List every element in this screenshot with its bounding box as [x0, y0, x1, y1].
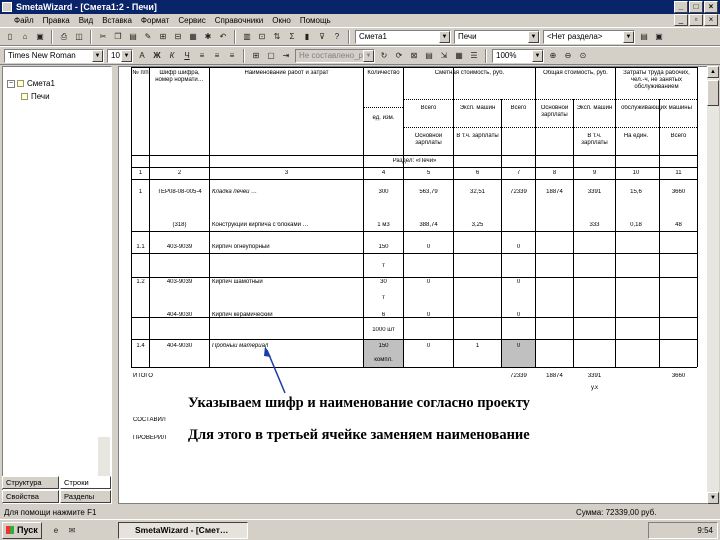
tab-structure[interactable]: Структура [2, 476, 59, 489]
ie-icon[interactable]: e [50, 525, 62, 537]
document-scrollbar[interactable]: ▲ ▼ [707, 66, 719, 504]
recalc-icon[interactable]: ⟳ [393, 50, 405, 62]
subsection-combo[interactable]: <Нет раздела> ▼ [543, 29, 635, 44]
cut-icon[interactable]: ✂ [97, 31, 109, 43]
status-sum: Сумма: 72339,00 руб. [576, 508, 657, 517]
menu-file[interactable]: Файл [14, 16, 34, 25]
lock-icon[interactable]: ⊠ [408, 50, 420, 62]
standard-toolbar: ▯ ⌂ ▣ ⎙ ◫ ✂ ❐ ▤ ✎ ⊞ ⊟ ▦ ✱ ↶ ▥ ⊡ ⇅ Σ ▮ ⊽ … [0, 27, 720, 46]
underline-icon[interactable]: Ч [181, 50, 193, 62]
pin-icon[interactable]: ▣ [653, 31, 665, 43]
wizard-icon[interactable]: ✱ [202, 31, 214, 43]
outlook-icon[interactable]: ✉ [66, 525, 78, 537]
list-icon[interactable]: ☰ [468, 50, 480, 62]
sort-icon[interactable]: ⇅ [271, 31, 283, 43]
format-painter-icon[interactable]: ✎ [142, 31, 154, 43]
status-help: Для помощи нажмите F1 [4, 508, 97, 517]
taskbar-app-smetawizard[interactable]: SmetaWizard - [Смет… [118, 522, 248, 539]
tab-rows[interactable]: Строки [60, 476, 111, 489]
fit-icon[interactable]: ⊙ [577, 50, 589, 62]
print-icon[interactable]: ⎙ [58, 31, 70, 43]
table-icon[interactable]: ▥ [241, 31, 253, 43]
merge-icon[interactable]: ⊞ [250, 50, 262, 62]
preview-icon[interactable]: ◫ [73, 31, 85, 43]
structure-tree: − Смета1 Печи [7, 77, 55, 103]
section-icon [21, 93, 28, 101]
undo-icon[interactable]: ↶ [217, 31, 229, 43]
tree-item-section[interactable]: Печи [7, 90, 55, 103]
windows-icon [6, 526, 14, 534]
help-icon[interactable]: ? [331, 31, 343, 43]
menu-service[interactable]: Сервис [178, 16, 205, 25]
status-bar: Для помощи нажмите F1 Сумма: 72339,00 ру… [0, 506, 720, 519]
clock: 9:54 [697, 526, 713, 535]
menu-view[interactable]: Вид [79, 16, 93, 25]
structure-panel: − Смета1 Печи [2, 66, 112, 504]
refresh-icon[interactable]: ↻ [378, 50, 390, 62]
menu-help[interactable]: Помощь [300, 16, 331, 25]
app-icon[interactable] [2, 2, 12, 12]
menu-window[interactable]: Окно [272, 16, 291, 25]
format-toolbar: Times New Roman ▼ 10 ▼ A Ж К Ч ≡ ≡ ≡ ⊞ ▢ ⇥… [0, 46, 720, 65]
menu-bar: Файл Правка Вид Вставка Формат Сервис Сп… [0, 14, 720, 27]
zoom-in-icon[interactable]: ⊕ [547, 50, 559, 62]
open-icon[interactable]: ⌂ [19, 31, 31, 43]
export-icon[interactable]: ⇲ [438, 50, 450, 62]
annotation-line-2: Для этого в третьей ячейке заменяем наим… [188, 427, 530, 443]
system-tray: 9:54 [648, 522, 718, 539]
font-size-combo[interactable]: 10 ▼ [107, 48, 133, 63]
calc-icon[interactable]: ▦ [187, 31, 199, 43]
window-title: SmetaWizard - [Смета1:2 - Печи] [16, 2, 157, 12]
estimate-combo[interactable]: Смета1 ▼ [355, 29, 451, 44]
scroll-down-icon[interactable]: ▼ [707, 492, 719, 504]
italic-icon[interactable]: К [166, 50, 178, 62]
menu-format[interactable]: Формат [141, 16, 169, 25]
menu-references[interactable]: Справочники [215, 16, 263, 25]
close-button[interactable]: × [704, 1, 718, 13]
insert-icon[interactable]: ▤ [423, 50, 435, 62]
minimize-button[interactable]: _ [674, 1, 688, 13]
zoom-combo[interactable]: 100% ▼ [492, 48, 544, 63]
chart-icon[interactable]: ▮ [301, 31, 313, 43]
title-bar[interactable]: SmetaWizard - [Смета1:2 - Печи] _ □ × [0, 0, 720, 14]
group-icon[interactable]: ⊡ [256, 31, 268, 43]
collapse-icon[interactable]: − [7, 79, 15, 88]
delete-row-icon[interactable]: ⊟ [172, 31, 184, 43]
doc-restore-button[interactable]: ▫ [689, 14, 703, 26]
annotation-line-1: Указываем шифр и наименование согласно п… [188, 395, 530, 411]
font-color-icon[interactable]: A [136, 50, 148, 62]
align-right-icon[interactable]: ≡ [226, 50, 238, 62]
taskbar: Пуск e ✉ SmetaWizard - [Смет… 9:54 [0, 519, 720, 540]
copy-icon[interactable]: ❐ [112, 31, 124, 43]
filter-icon[interactable]: ⊽ [316, 31, 328, 43]
grid-icon[interactable]: ▦ [453, 50, 465, 62]
insert-row-icon[interactable]: ⊞ [157, 31, 169, 43]
indent-icon[interactable]: ⇥ [280, 50, 292, 62]
align-left-icon[interactable]: ≡ [196, 50, 208, 62]
menu-insert[interactable]: Вставка [102, 16, 132, 25]
maximize-button[interactable]: □ [689, 1, 703, 13]
save-icon[interactable]: ▣ [34, 31, 46, 43]
tab-properties[interactable]: Свойства [2, 490, 59, 503]
paste-icon[interactable]: ▤ [127, 31, 139, 43]
sum-icon[interactable]: Σ [286, 31, 298, 43]
scroll-up-icon[interactable]: ▲ [707, 66, 719, 78]
tree-item-estimate[interactable]: − Смета1 [7, 77, 55, 90]
bold-icon[interactable]: Ж [151, 50, 163, 62]
scroll-thumb[interactable] [707, 80, 719, 106]
zoom-out-icon[interactable]: ⊖ [562, 50, 574, 62]
section-combo[interactable]: Печи ▼ [454, 29, 540, 44]
estimate-icon [17, 80, 24, 88]
tab-sections[interactable]: Разделы [60, 490, 111, 503]
props-icon[interactable]: ▤ [638, 31, 650, 43]
doc-minimize-button[interactable]: _ [674, 14, 688, 26]
menu-edit[interactable]: Правка [43, 16, 70, 25]
new-icon[interactable]: ▯ [4, 31, 16, 43]
doc-close-button[interactable]: × [704, 14, 718, 26]
border-icon[interactable]: ▢ [265, 50, 277, 62]
style-combo[interactable]: Не составлено_раз ▼ [295, 48, 375, 63]
font-combo[interactable]: Times New Roman ▼ [4, 48, 104, 63]
start-button[interactable]: Пуск [2, 522, 42, 539]
align-center-icon[interactable]: ≡ [211, 50, 223, 62]
